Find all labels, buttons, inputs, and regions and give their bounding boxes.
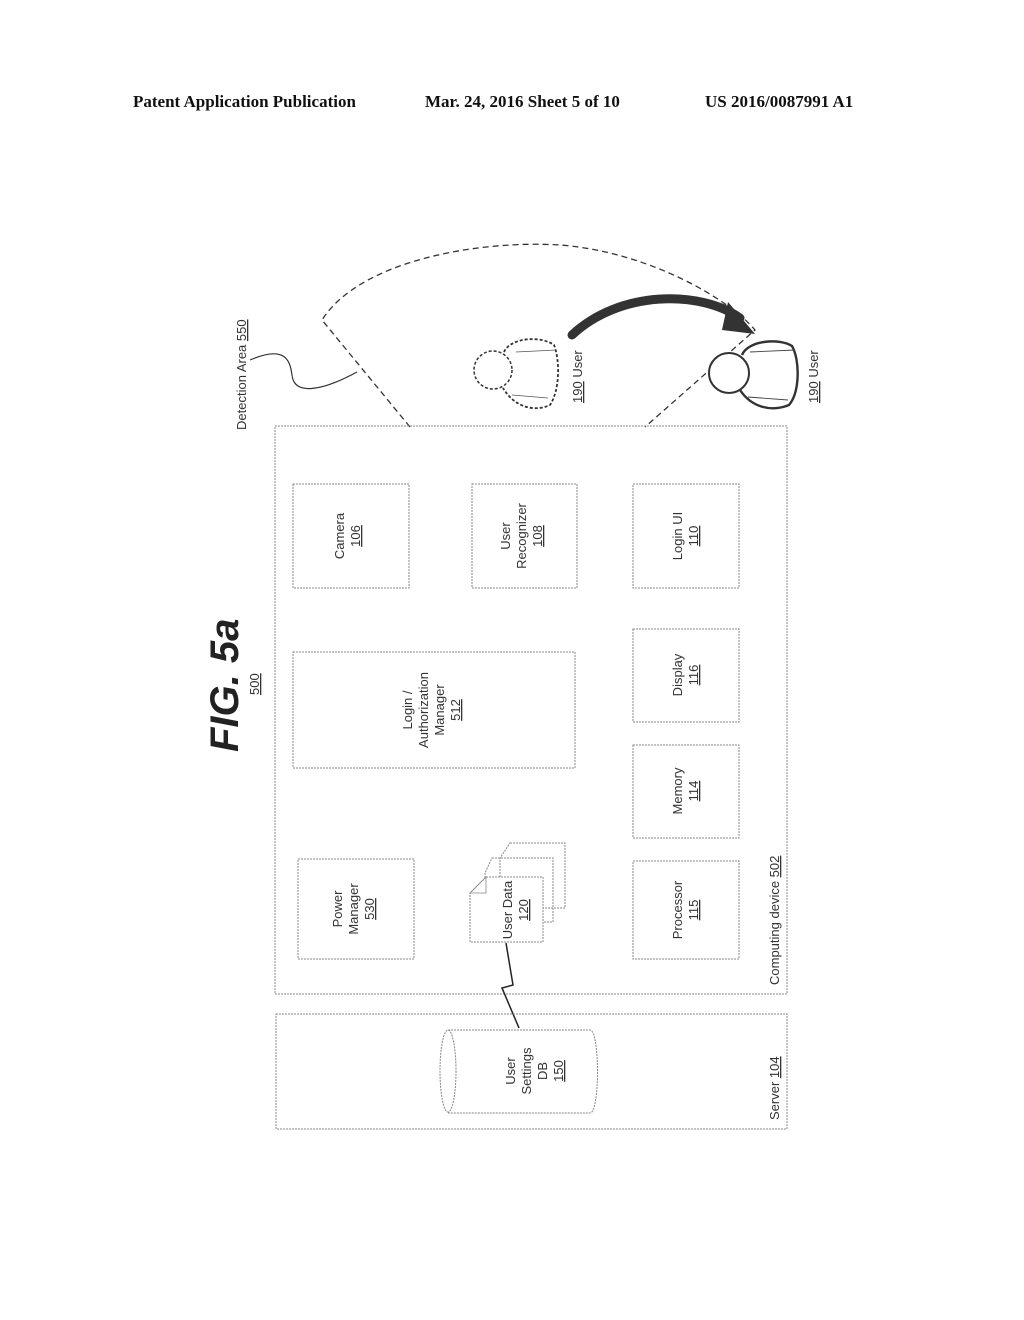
detection-area-leader <box>249 353 358 390</box>
wireless-link <box>500 942 520 1029</box>
detection-area-cone <box>321 243 756 428</box>
svg-text:Camera106: Camera106 <box>332 512 363 559</box>
user-icon-solid <box>708 340 799 410</box>
svg-text:UserRecognizer108: UserRecognizer108 <box>498 502 545 568</box>
detection-area-label: Detection Area 550 <box>234 319 249 430</box>
display-box: Display116 <box>632 628 740 723</box>
user-label-2: 190 User <box>806 350 821 403</box>
patent-figure: Detection Area 550 FIG. 5a 500 190 User … <box>203 243 821 1130</box>
user-icon-dashed <box>473 338 559 410</box>
user-data-documents: User Data120 <box>469 842 566 943</box>
figure-ref: 500 <box>247 673 262 695</box>
svg-text:Login /AuthorizationManager512: Login /AuthorizationManager512 <box>400 672 463 748</box>
server-label: Server 104 <box>767 1056 782 1120</box>
login-ui-box: Login UI110 <box>632 483 740 589</box>
svg-text:PowerManager530: PowerManager530 <box>330 883 377 935</box>
svg-text:Login UI110: Login UI110 <box>670 512 701 560</box>
svg-text:Memory114: Memory114 <box>670 767 701 814</box>
motion-arrow <box>567 294 745 340</box>
memory-box: Memory114 <box>632 744 740 839</box>
processor-box: Processor115 <box>632 860 740 960</box>
camera-box: Camera106 <box>292 483 410 589</box>
login-authorization-manager-box: Login /AuthorizationManager512 <box>292 651 576 769</box>
svg-text:Processor115: Processor115 <box>670 880 701 939</box>
svg-text:UserSettingsDB150: UserSettingsDB150 <box>503 1047 566 1094</box>
computing-device-label: Computing device 502 <box>767 856 782 985</box>
power-manager-box: PowerManager530 <box>297 858 415 960</box>
figure-title: FIG. 5a <box>203 619 247 752</box>
user-label-1: 190 User <box>570 350 585 403</box>
svg-text:Display116: Display116 <box>670 653 701 696</box>
user-recognizer-box: UserRecognizer108 <box>471 483 578 589</box>
user-settings-db-cylinder: UserSettingsDB150 <box>439 1029 598 1114</box>
